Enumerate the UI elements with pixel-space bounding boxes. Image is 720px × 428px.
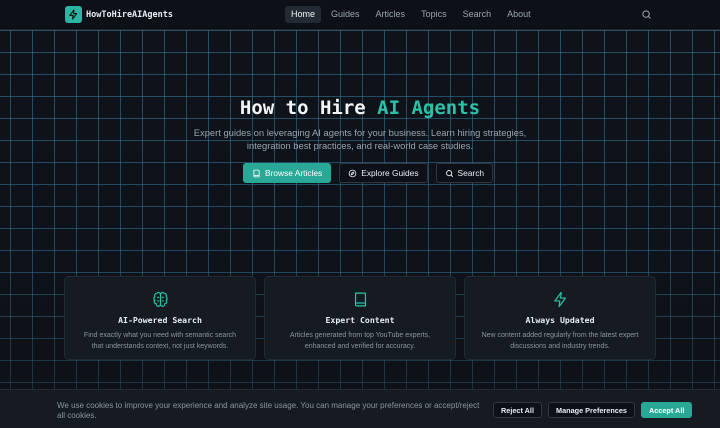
grid-fade-overlay <box>0 30 720 428</box>
book-icon <box>253 169 260 177</box>
hero-actions: Browse Articles Explore Guides Search <box>243 163 494 183</box>
feature-card-content: Expert Content Articles generated from t… <box>264 276 456 360</box>
nav-guides[interactable]: Guides <box>325 6 366 23</box>
feature-card-search: AI-Powered Search Find exactly what you … <box>64 276 256 360</box>
zap-icon <box>65 6 82 23</box>
nav-search[interactable]: Search <box>457 6 498 23</box>
nav-topics[interactable]: Topics <box>415 6 453 23</box>
accept-all-button[interactable]: Accept All <box>640 402 693 418</box>
cookie-actions: Reject All Manage Preferences Accept All <box>493 402 693 418</box>
hero-subtitle: Expert guides on leveraging AI agents fo… <box>193 127 527 151</box>
book-icon <box>354 292 366 307</box>
cookie-banner: We use cookies to improve your experienc… <box>0 389 720 428</box>
nav-articles[interactable]: Articles <box>370 6 412 23</box>
compass-icon <box>348 169 357 177</box>
browse-articles-label: Browse Articles <box>265 168 323 178</box>
feature-title: Always Updated <box>525 315 595 325</box>
nav-about[interactable]: About <box>501 6 537 23</box>
hero-title-prefix: How to Hire <box>239 97 378 119</box>
cookie-message: We use cookies to improve your experienc… <box>57 401 480 420</box>
browse-articles-button[interactable]: Browse Articles <box>243 163 332 183</box>
brand-logo[interactable]: HowToHireAIAgents <box>65 6 173 23</box>
feature-description: Articles generated from top YouTube expe… <box>289 332 431 350</box>
feature-card-updated: Always Updated New content added regular… <box>464 276 656 360</box>
feature-description: New content added regularly from the lat… <box>481 332 639 350</box>
reject-all-button[interactable]: Reject All <box>493 402 542 418</box>
feature-cards: AI-Powered Search Find exactly what you … <box>64 276 656 360</box>
feature-description: Find exactly what you need with semantic… <box>83 332 237 350</box>
search-button[interactable]: Search <box>435 163 494 183</box>
site-header: HowToHireAIAgents Home Guides Articles T… <box>0 0 720 30</box>
main-nav: Home Guides Articles Topics Search About <box>285 6 539 23</box>
search-button-label: Search <box>457 168 485 178</box>
explore-guides-button[interactable]: Explore Guides <box>339 163 428 183</box>
nav-home[interactable]: Home <box>285 6 322 23</box>
explore-guides-label: Explore Guides <box>361 168 419 178</box>
manage-preferences-button[interactable]: Manage Preferences <box>547 402 635 418</box>
zap-icon <box>553 291 566 308</box>
feature-title: Expert Content <box>325 315 395 325</box>
search-icon[interactable] <box>641 9 652 20</box>
brand-name: HowToHireAIAgents <box>86 9 173 20</box>
feature-title: AI-Powered Search <box>118 315 202 325</box>
hero-title: How to Hire AI Agents <box>0 97 720 119</box>
brain-icon <box>152 291 168 307</box>
search-icon <box>445 169 453 177</box>
hero-title-accent: AI Agents <box>377 97 481 119</box>
